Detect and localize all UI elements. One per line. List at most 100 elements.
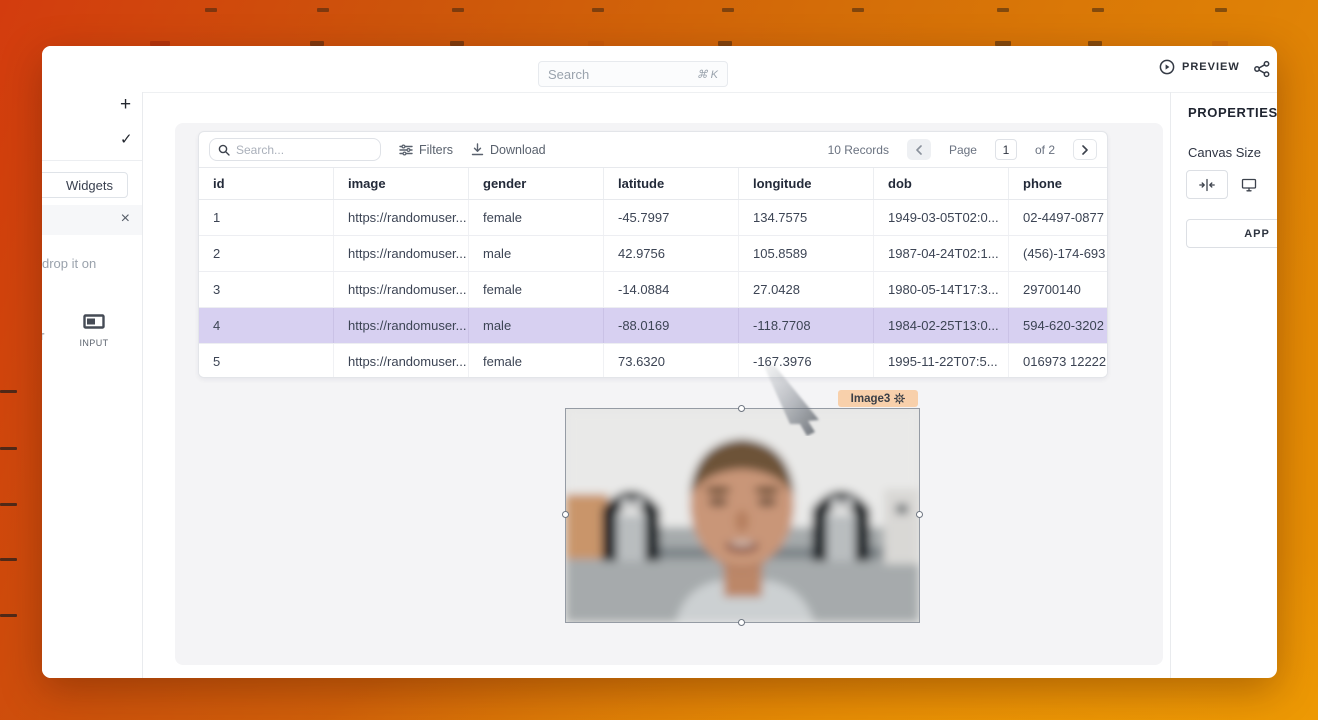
records-count: 10 Records (828, 143, 889, 157)
app-settings-button[interactable]: APP (1186, 219, 1277, 248)
resize-handle-top[interactable] (738, 405, 745, 412)
table-body: 1https://randomuser...female-45.7997134.… (199, 200, 1107, 378)
column-header-longitude[interactable]: longitude (739, 168, 874, 199)
table-cell: male (469, 308, 604, 343)
table-row[interactable]: 3https://randomuser...female-14.088427.0… (199, 272, 1107, 308)
table-cell: male (469, 236, 604, 271)
widget-item-input[interactable]: INPUT (72, 314, 116, 348)
resize-handle-right[interactable] (916, 511, 923, 518)
table-header-row: idimagegenderlatitudelongitudedobphone (199, 167, 1107, 200)
table-row[interactable]: 2https://randomuser...male42.9756105.858… (199, 236, 1107, 272)
table-search-input[interactable]: Search... (209, 138, 381, 161)
table-cell: 134.7575 (739, 200, 874, 235)
table-search-placeholder: Search... (236, 143, 284, 157)
image-widget-name: Image3 (851, 393, 891, 405)
canvas-desktop-button[interactable] (1228, 170, 1270, 199)
properties-title: PROPERTIES (1188, 105, 1277, 120)
table-cell: 42.9756 (604, 236, 739, 271)
play-circle-icon (1159, 59, 1175, 75)
widgets-search-input[interactable]: Widgets (42, 172, 128, 198)
confirm-button[interactable]: ✓ (120, 132, 133, 147)
resize-handle-bottom[interactable] (738, 619, 745, 626)
close-icon[interactable]: × (121, 211, 130, 227)
column-header-id[interactable]: id (199, 168, 334, 199)
desktop-background: { "app": { "topbar": { "search_placehold… (0, 0, 1318, 720)
download-label: Download (490, 143, 546, 157)
table-cell: 29700140 (1009, 272, 1107, 307)
table-cell: 1984-02-25T13:0... (874, 308, 1009, 343)
blurred-portrait-photo (566, 409, 919, 622)
preview-button[interactable]: PREVIEW (1159, 59, 1240, 75)
share-button[interactable] (1253, 60, 1271, 78)
column-header-image[interactable]: image (334, 168, 469, 199)
resize-horizontal-icon (1199, 178, 1215, 192)
table-cell: 1987-04-24T02:1... (874, 236, 1009, 271)
filters-label: Filters (419, 143, 453, 157)
table-cell: 3 (199, 272, 334, 307)
column-header-gender[interactable]: gender (469, 168, 604, 199)
widgets-search-value: Widgets (66, 178, 113, 193)
next-page-button[interactable] (1073, 139, 1097, 160)
page-total: of 2 (1035, 143, 1055, 157)
table-cell: https://randomuser... (334, 236, 469, 271)
app-builder-window: Search ⌘ K PREVIEW + ✓ Widgets (42, 46, 1277, 678)
column-header-phone[interactable]: phone (1009, 168, 1107, 199)
filters-button[interactable]: Filters (399, 143, 453, 157)
page-number-input[interactable]: 1 (995, 139, 1017, 160)
global-search-input[interactable]: Search ⌘ K (538, 61, 728, 87)
table-cell: https://randomuser... (334, 344, 469, 378)
table-cell: 1949-03-05T02:0... (874, 200, 1009, 235)
table-cell: 1 (199, 200, 334, 235)
table-cell: https://randomuser... (334, 200, 469, 235)
table-cell: 016973 12222 (1009, 344, 1107, 378)
canvas-size-segmented-control (1186, 170, 1270, 199)
input-box-icon (83, 314, 105, 329)
gear-icon[interactable] (894, 393, 905, 404)
share-nodes-icon (1253, 60, 1271, 78)
chevron-right-icon (1081, 145, 1089, 155)
filters-icon (399, 144, 413, 156)
table-cell: female (469, 272, 604, 307)
table-cell: -45.7997 (604, 200, 739, 235)
table-cell: female (469, 200, 604, 235)
widgets-section-header: × (42, 205, 142, 235)
topbar: Search ⌘ K PREVIEW (42, 46, 1277, 93)
table-cell: 5 (199, 344, 334, 378)
drop-hint-text: drop it on (42, 256, 138, 271)
table-cell: 73.6320 (604, 344, 739, 378)
table-cell: 4 (199, 308, 334, 343)
table-cell: 27.0428 (739, 272, 874, 307)
table-row[interactable]: 4https://randomuser...male-88.0169-118.7… (199, 308, 1107, 344)
column-header-dob[interactable]: dob (874, 168, 1009, 199)
table-row[interactable]: 1https://randomuser...female-45.7997134.… (199, 200, 1107, 236)
table-cell: 2 (199, 236, 334, 271)
download-icon (471, 143, 484, 156)
add-page-button[interactable]: + (120, 95, 131, 114)
table-cell: 02-4497-0877 (1009, 200, 1107, 235)
chevron-left-icon (915, 145, 923, 155)
global-search-placeholder: Search (548, 67, 589, 82)
table-row[interactable]: 5https://randomuser...female73.6320-167.… (199, 344, 1107, 378)
preview-label: PREVIEW (1182, 61, 1240, 73)
image-widget[interactable] (565, 408, 920, 623)
table-cell: 1980-05-14T17:3... (874, 272, 1009, 307)
widget-item-label: INPUT (72, 338, 116, 348)
column-header-latitude[interactable]: latitude (604, 168, 739, 199)
canvas-fit-button[interactable] (1186, 170, 1228, 199)
table-cell: (456)-174-693 (1009, 236, 1107, 271)
resize-handle-left[interactable] (562, 511, 569, 518)
download-button[interactable]: Download (471, 143, 546, 157)
table-cell: -167.3976 (739, 344, 874, 378)
table-cell: 1995-11-22T07:5... (874, 344, 1009, 378)
page-label: Page (949, 143, 977, 157)
table-cell: 594-620-3202 (1009, 308, 1107, 343)
canvas-size-label: Canvas Size (1188, 145, 1261, 160)
widgets-sidebar: + ✓ Widgets × drop it on INPUT T (42, 92, 143, 678)
table-widget[interactable]: Search... Filters (198, 131, 1108, 378)
table-toolbar: Search... Filters (199, 132, 1107, 167)
previous-page-button[interactable] (907, 139, 931, 160)
widget-item-partial-label[interactable]: T (42, 332, 45, 342)
table-cell: female (469, 344, 604, 378)
table-cell: https://randomuser... (334, 308, 469, 343)
image-widget-tag[interactable]: Image3 (838, 390, 918, 407)
